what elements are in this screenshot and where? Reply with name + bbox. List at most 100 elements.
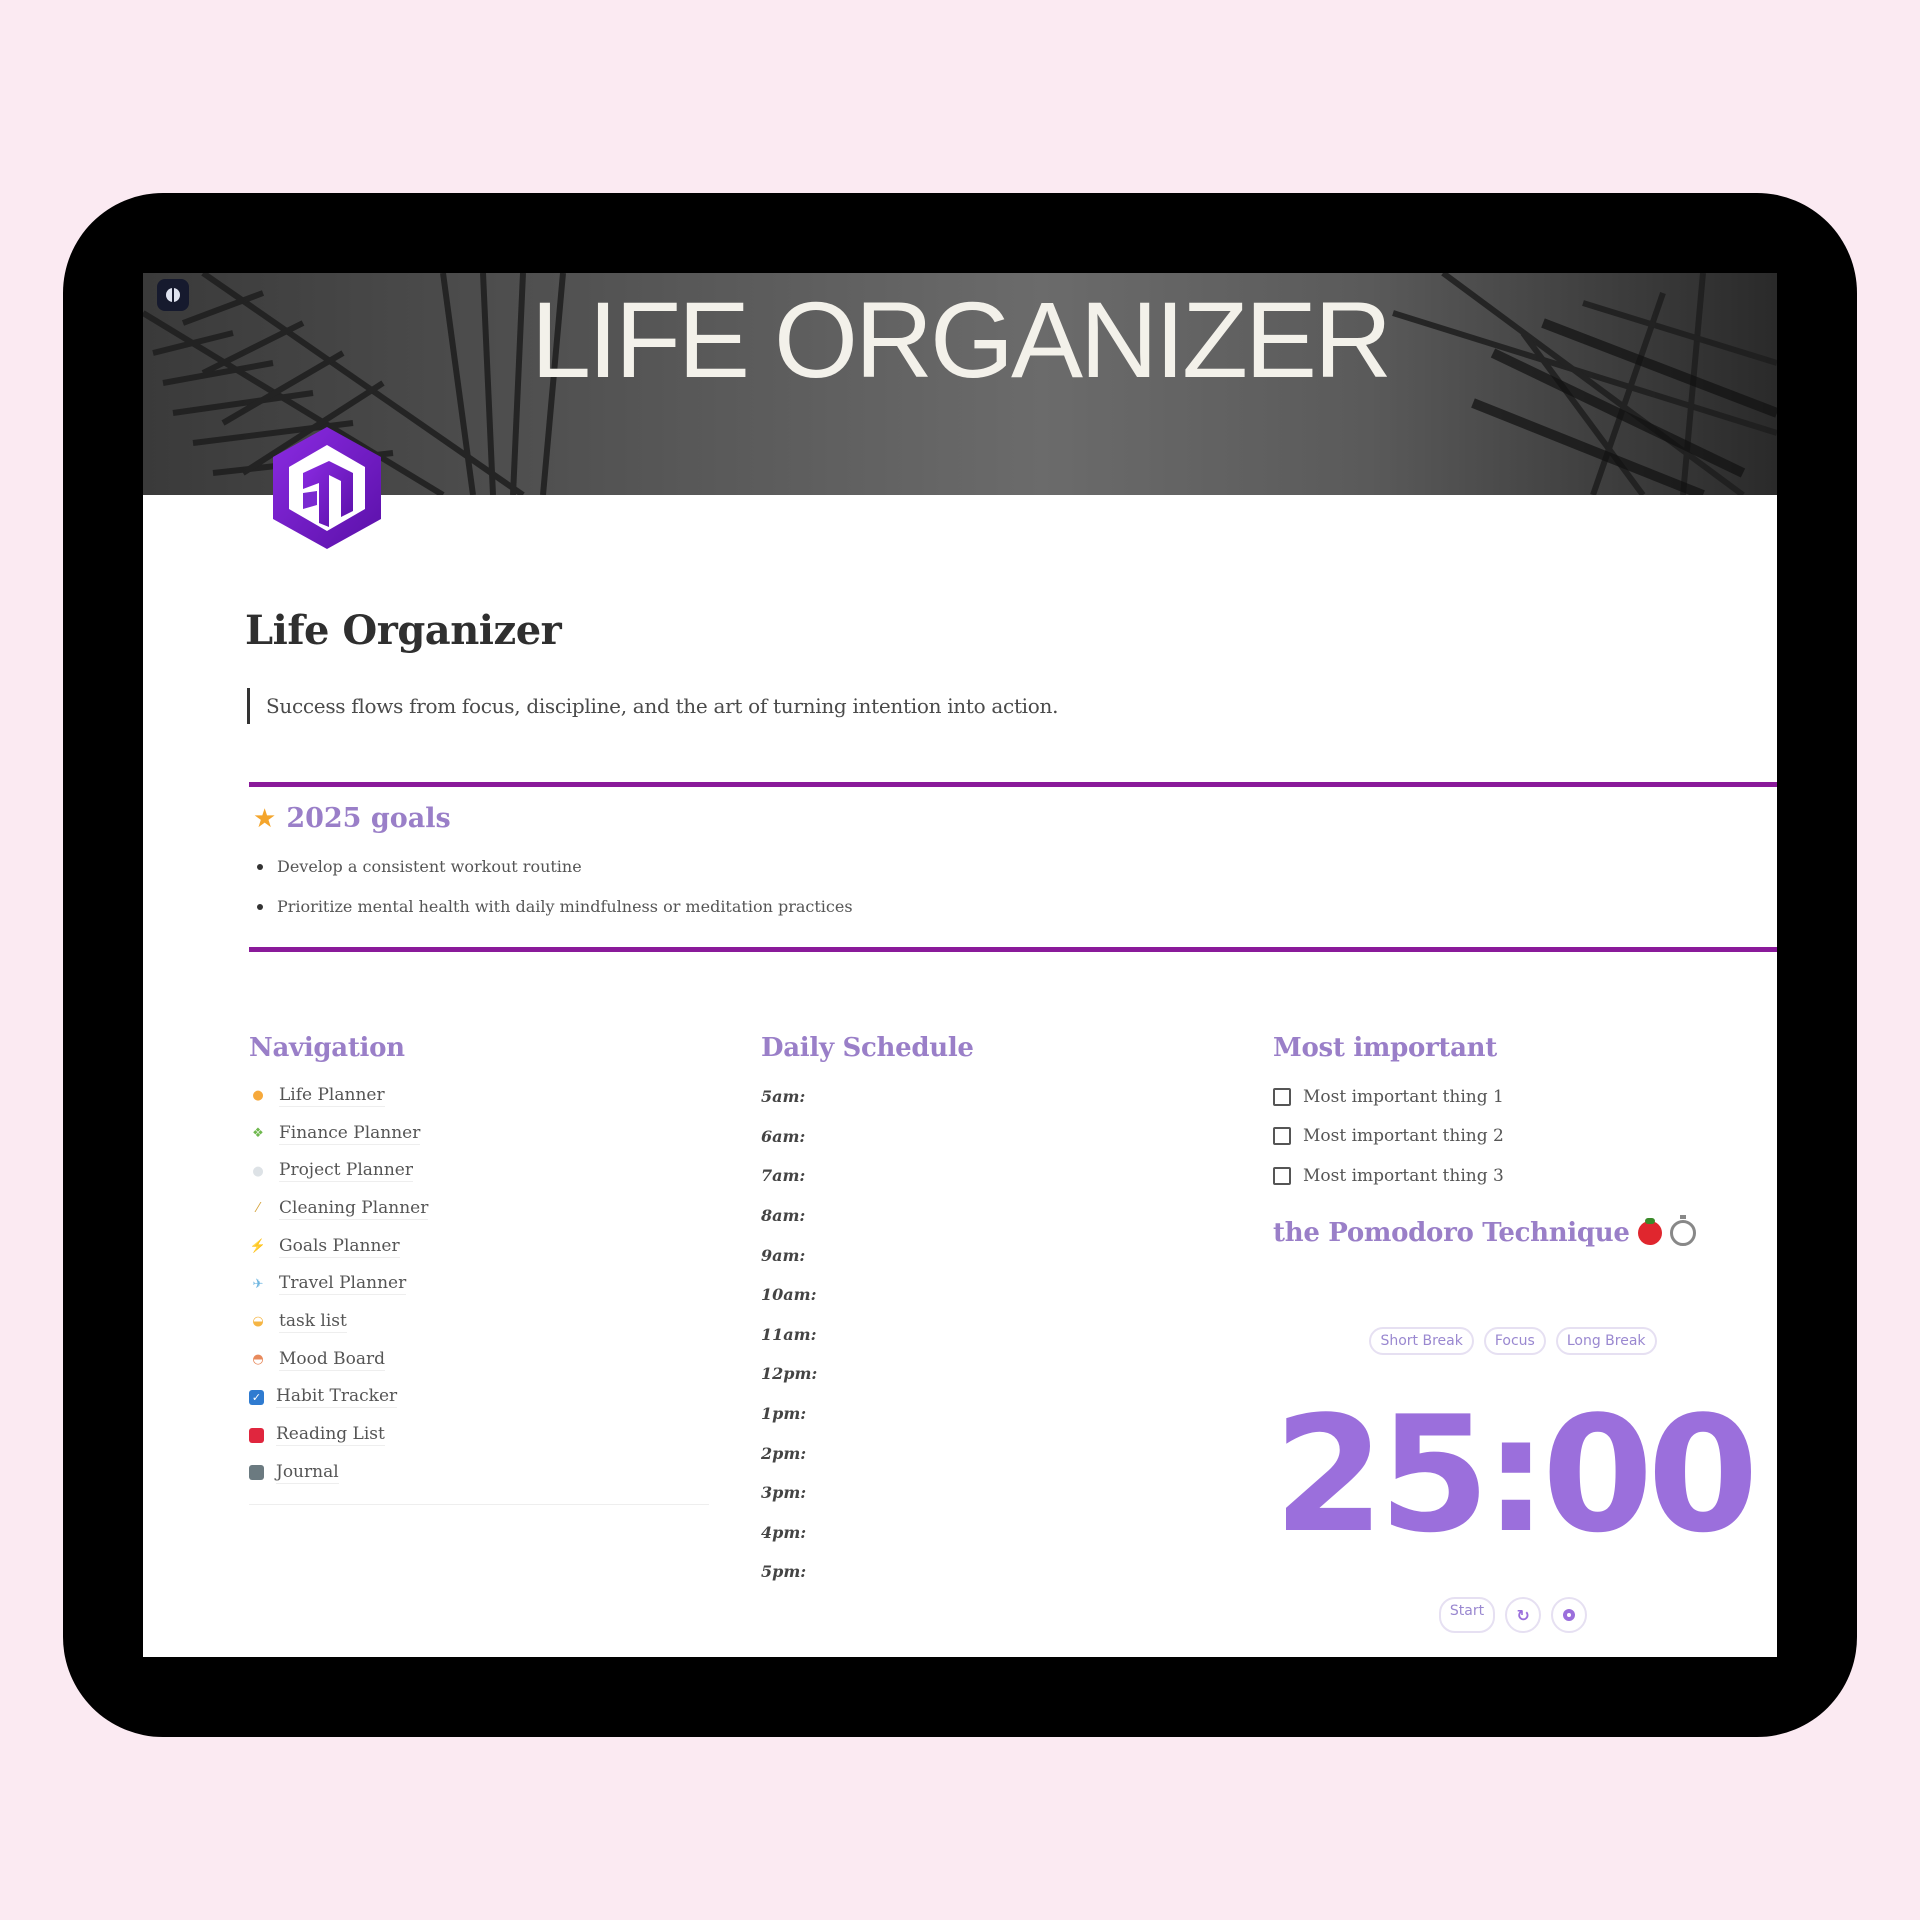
important-list: Most important thing 1 Most important th… [1273,1077,1753,1196]
pomodoro-timer-widget: Short Break Focus Long Break 25:00 Start… [1273,1301,1759,1633]
goals-heading: ★ 2025 goals [253,803,451,834]
reset-icon: ↻ [1516,1605,1530,1625]
tab-short-break[interactable]: Short Break [1369,1327,1474,1355]
pomodoro-heading-text: the Pomodoro Technique [1273,1217,1630,1248]
quote-block: Success flows from focus, discipline, an… [247,688,1058,724]
timer-display: 25:00 [1273,1381,1758,1568]
checkbox[interactable] [1273,1087,1291,1106]
mode-tabs: Short Break Focus Long Break [1273,1327,1753,1355]
nav-item-label: Reading List [276,1424,385,1447]
settings-button[interactable] [1551,1597,1588,1633]
schedule-slot[interactable]: 10am: [761,1275,1161,1315]
nav-item-cleaning-planner[interactable]: ⁄ Cleaning Planner [249,1190,709,1228]
todo-text[interactable]: Most important thing 2 [1303,1126,1504,1146]
checkbox[interactable] [1273,1127,1291,1146]
goal-item: Prioritize mental health with daily mind… [257,887,853,927]
nav-item-life-planner[interactable]: ● Life Planner [249,1077,709,1115]
pomodoro-heading: the Pomodoro Technique [1273,1214,1753,1248]
nav-item-label: Project Planner [279,1160,413,1183]
todo-text[interactable]: Most important thing 3 [1303,1166,1504,1186]
goal-text: Prioritize mental health with daily mind… [277,897,853,916]
notion-page: LIFE ORGANIZER Life Organizer Success fl… [143,273,1777,1657]
checkbox[interactable] [1273,1166,1291,1185]
bullet-icon [257,904,263,910]
nav-item-label: Habit Tracker [276,1386,398,1409]
sidebar-toggle-button[interactable] [157,279,189,311]
notebook-icon [249,1465,264,1481]
nav-item-label: task list [279,1310,347,1333]
cover-image: LIFE ORGANIZER [143,273,1777,495]
schedule-slot[interactable]: 2pm: [761,1433,1161,1473]
goal-item: Develop a consistent workout routine [257,847,853,887]
cloud-icon: ● [252,1163,264,1179]
lightning-icon: ⚡ [249,1239,267,1255]
nav-item-label: Cleaning Planner [279,1197,429,1220]
goals-heading-text: 2025 goals [286,803,451,834]
checkbox-icon: ✓ [249,1389,264,1405]
divider [249,1503,709,1505]
book-icon [249,1427,264,1443]
schedule-slot[interactable]: 5pm: [761,1552,1161,1592]
nav-item-mood-board[interactable]: ◓ Mood Board [249,1341,709,1379]
nav-item-label: Travel Planner [279,1273,407,1296]
nav-item-label: Finance Planner [279,1122,421,1145]
tab-long-break[interactable]: Long Break [1555,1327,1657,1355]
schedule-slot[interactable]: 3pm: [761,1473,1161,1513]
airplane-icon: ✈ [252,1276,264,1292]
nav-item-label: Mood Board [279,1348,386,1371]
schedule-list: 5am: 6am: 7am: 8am: 9am: 10am: 11am: 12p… [761,1077,1161,1592]
todo-text[interactable]: Most important thing 1 [1303,1087,1504,1107]
important-column: Most important Most important thing 1 Mo… [1273,1033,1753,1248]
nav-item-label: Journal [276,1461,339,1484]
sidebar-icon [166,288,180,302]
schedule-slot[interactable]: 9am: [761,1235,1161,1275]
schedule-slot[interactable]: 5am: [761,1077,1161,1117]
sunrise-icon: ◒ [252,1314,264,1330]
schedule-heading: Daily Schedule [761,1033,974,1063]
navigation-list: ● Life Planner ❖ Finance Planner ● Project … [249,1077,709,1492]
todo-item: Most important thing 3 [1273,1156,1753,1196]
nav-item-task-list[interactable]: ◒ task list [249,1303,709,1341]
page-title: Life Organizer [245,607,562,654]
bullet-icon [257,864,263,870]
todo-item: Most important thing 2 [1273,1117,1753,1157]
broom-icon: ⁄ [256,1201,260,1217]
important-heading: Most important [1273,1033,1497,1063]
nav-item-label: Life Planner [279,1084,385,1107]
cover-title: LIFE ORGANIZER [530,279,1392,400]
sun-icon: ● [252,1088,264,1104]
nav-item-label: Goals Planner [279,1235,400,1258]
schedule-slot[interactable]: 6am: [761,1117,1161,1157]
nav-item-habit-tracker[interactable]: ✓ Habit Tracker [249,1379,709,1417]
nav-item-goals-planner[interactable]: ⚡ Goals Planner [249,1228,709,1266]
star-icon: ★ [253,803,277,834]
stopwatch-icon [1669,1214,1696,1246]
money-icon: ❖ [252,1126,264,1142]
timer-controls: Start ↻ [1273,1597,1753,1633]
todo-item: Most important thing 1 [1273,1077,1753,1117]
navigation-column: Navigation ● Life Planner ❖ Finance Planne… [249,1033,709,1505]
goals-list: Develop a consistent workout routine Pri… [257,847,853,927]
reset-button[interactable]: ↻ [1505,1597,1542,1633]
schedule-slot[interactable]: 7am: [761,1156,1161,1196]
page-logo-icon [273,427,381,549]
nav-item-project-planner[interactable]: ● Project Planner [249,1152,709,1190]
schedule-slot[interactable]: 4pm: [761,1513,1161,1553]
goal-text: Develop a consistent workout routine [277,857,582,876]
goals-callout: ★ 2025 goals Develop a consistent workou… [249,782,1777,952]
nav-item-finance-planner[interactable]: ❖ Finance Planner [249,1115,709,1153]
gear-icon [1563,1609,1576,1621]
schedule-slot[interactable]: 11am: [761,1315,1161,1355]
nav-item-reading-list[interactable]: Reading List [249,1416,709,1454]
schedule-slot[interactable]: 8am: [761,1196,1161,1236]
schedule-slot[interactable]: 12pm: [761,1354,1161,1394]
nav-item-journal[interactable]: Journal [249,1454,709,1492]
navigation-heading: Navigation [249,1033,405,1063]
tomato-icon [1637,1217,1662,1245]
bowl-icon: ◓ [252,1352,264,1368]
tab-focus[interactable]: Focus [1483,1327,1546,1355]
schedule-column: Daily Schedule 5am: 6am: 7am: 8am: 9am: … [761,1033,1161,1592]
nav-item-travel-planner[interactable]: ✈ Travel Planner [249,1265,709,1303]
schedule-slot[interactable]: 1pm: [761,1394,1161,1434]
start-button[interactable]: Start [1438,1597,1496,1633]
